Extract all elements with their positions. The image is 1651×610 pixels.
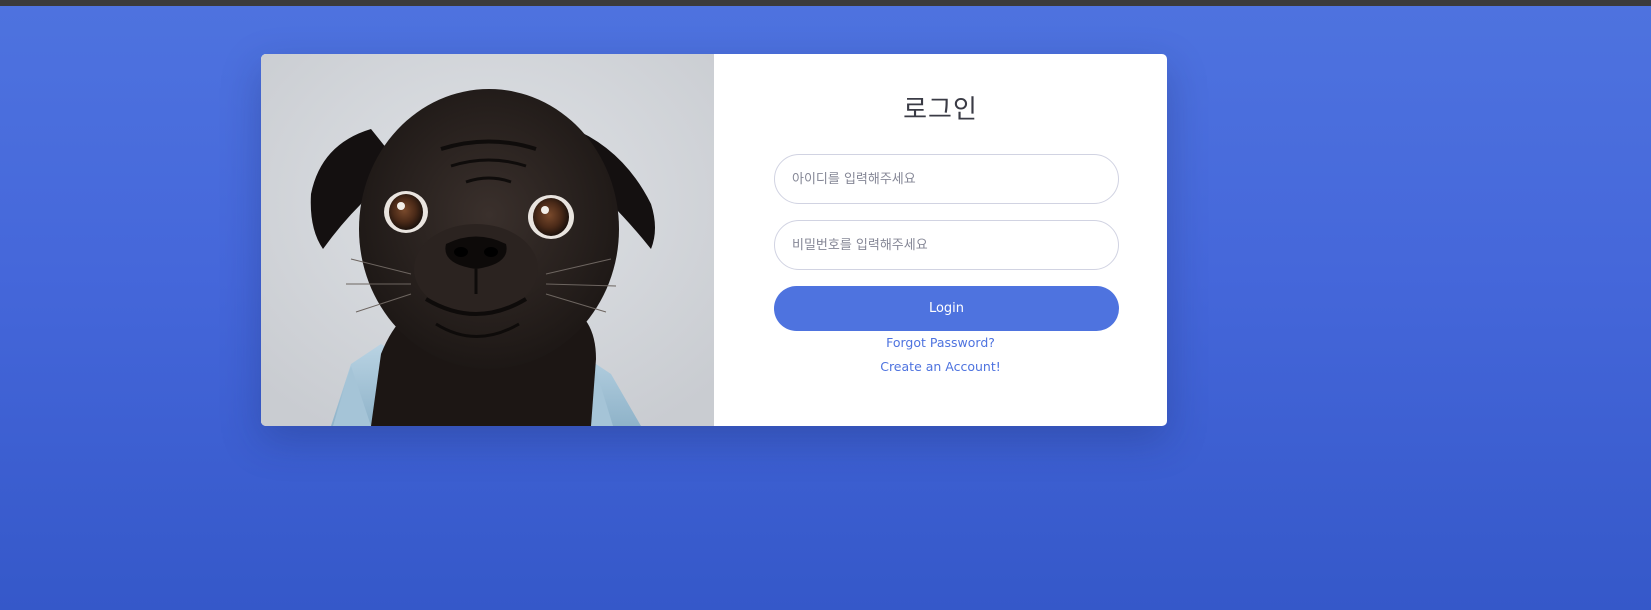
pug-illustration (261, 54, 714, 426)
page-title: 로그인 (903, 95, 978, 125)
create-account-row: Create an Account! (714, 358, 1167, 376)
login-form: 로그인 Login Forgot Password? Create an Acc… (714, 54, 1167, 426)
pug-photo (261, 54, 714, 426)
forgot-password-link[interactable]: Forgot Password? (886, 335, 995, 350)
id-input[interactable] (774, 154, 1119, 204)
login-card: 로그인 Login Forgot Password? Create an Acc… (261, 54, 1167, 426)
password-input[interactable] (774, 220, 1119, 270)
login-button[interactable]: Login (774, 286, 1119, 331)
forgot-password-row: Forgot Password? (714, 334, 1167, 352)
browser-top-bar (0, 0, 1651, 6)
create-account-link[interactable]: Create an Account! (880, 359, 1001, 374)
